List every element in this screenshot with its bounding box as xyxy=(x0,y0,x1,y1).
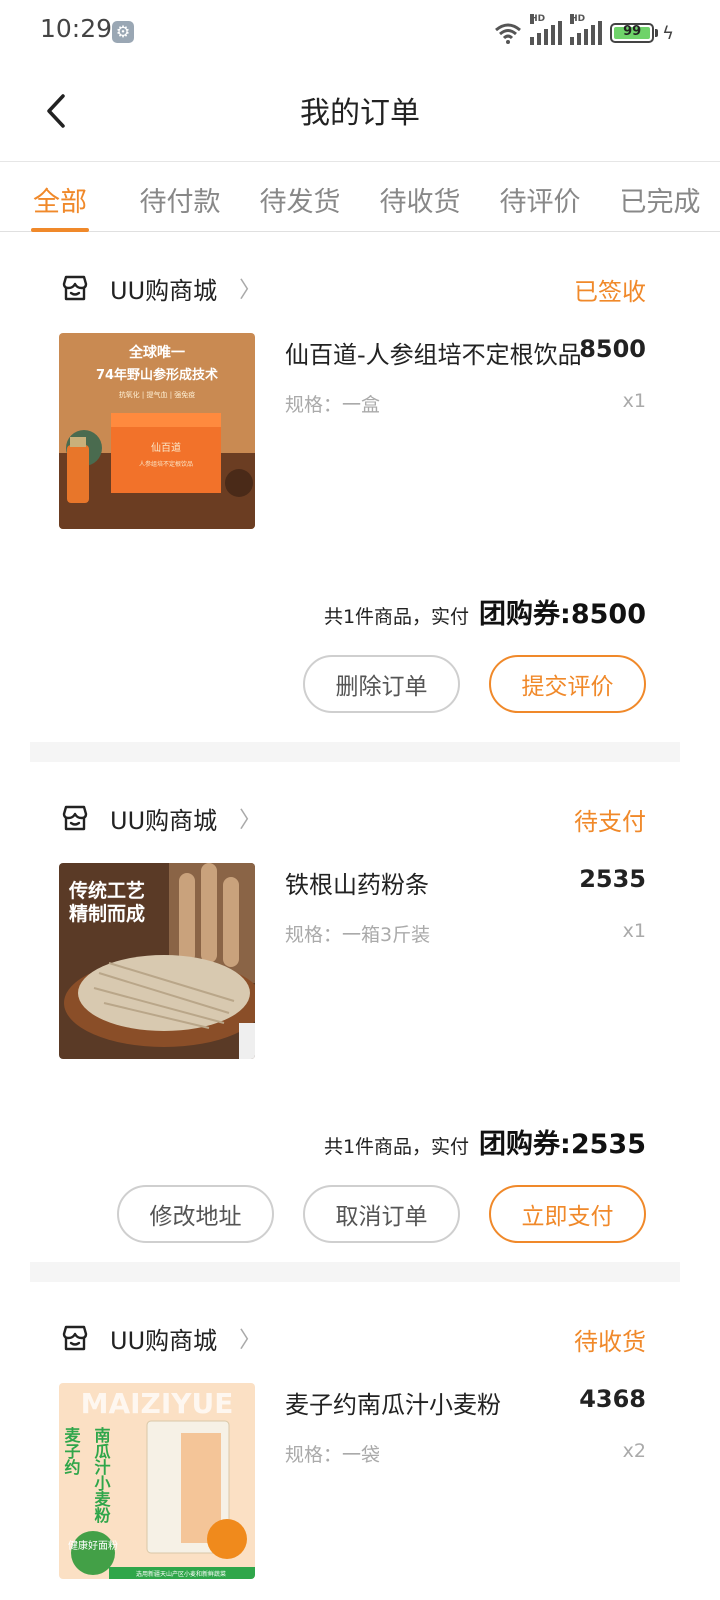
tab-pending-receipt[interactable]: 待收货 xyxy=(360,163,480,231)
order-total-row: 共1件商品，实付 团购券:8500 xyxy=(324,592,646,631)
product-price: 4368 xyxy=(579,1385,646,1413)
order-divider xyxy=(30,1262,680,1282)
product-spec: 规格：一盒 xyxy=(285,394,381,416)
edit-address-button[interactable]: 修改地址 xyxy=(117,1185,274,1243)
cancel-order-button[interactable]: 取消订单 xyxy=(303,1185,460,1243)
product-price: 8500 xyxy=(579,335,646,363)
delete-order-button[interactable]: 删除订单 xyxy=(303,655,460,713)
image-headline: 传统工艺 xyxy=(68,879,145,902)
image-footer: 选用新疆天山产区小麦和新鲜蔬菜 xyxy=(136,1570,226,1578)
tab-pending-shipment[interactable]: 待发货 xyxy=(240,163,360,231)
store-link[interactable]: UU购商城 〉 xyxy=(60,1320,261,1356)
product-image[interactable]: 传统工艺 精制而成 xyxy=(59,863,255,1059)
store-icon xyxy=(62,805,88,831)
order-status: 已签收 xyxy=(574,278,646,306)
image-subheadline: 74年野山参形成技术 xyxy=(96,367,218,383)
order-divider xyxy=(30,742,680,762)
status-icons: HD HD 99 ϟ xyxy=(494,14,674,48)
wifi-icon xyxy=(495,23,522,44)
store-name: UU购商城 xyxy=(110,1326,218,1355)
battery-icon: 99 xyxy=(610,23,659,43)
battery-level: 99 xyxy=(623,24,642,39)
status-bar: 10:29 ⚙ HD HD 99 ϟ xyxy=(0,0,720,64)
tab-all[interactable]: 全部 xyxy=(0,163,120,231)
product-image[interactable]: 仙百道 人参组培不定根饮品 全球唯一 74年野山参形成技术 抗氧化 | 提气血 … xyxy=(59,333,255,529)
product-quantity: x1 xyxy=(622,390,646,412)
store-name: UU购商城 xyxy=(110,806,218,835)
product-name[interactable]: 铁根山药粉条 xyxy=(285,865,429,900)
order-status: 待支付 xyxy=(574,808,646,836)
order-card: UU购商城 〉 已签收 仙百道 人参组培不定根饮品 全球唯一 74年野山参形成技… xyxy=(0,232,720,742)
product-quantity: x1 xyxy=(622,920,646,942)
image-headline: 全球唯一 xyxy=(128,344,185,361)
store-link[interactable]: UU购商城 〉 xyxy=(60,800,261,836)
order-summary-text: 共1件商品，实付 xyxy=(323,606,470,628)
page-header: 我的订单 xyxy=(0,64,720,162)
order-total-row: 共1件商品，实付 团购券:2535 xyxy=(324,1122,646,1161)
image-brand: 麦子约 xyxy=(62,1427,81,1476)
signal-hd-label: HD xyxy=(530,14,546,24)
product-spec: 规格：一袋 xyxy=(285,1444,381,1466)
product-price: 2535 xyxy=(579,865,646,893)
image-brand-latin: MAIZIYUE xyxy=(81,1387,234,1420)
signal-hd-label: HD xyxy=(570,14,586,24)
image-product-line: 人参组培不定根饮品 xyxy=(139,460,193,468)
image-badge: 健康好面粉 xyxy=(68,1539,118,1552)
pay-now-button[interactable]: 立即支付 xyxy=(489,1185,646,1243)
order-summary-text: 共1件商品，实付 xyxy=(323,1136,470,1158)
signal-strength-icon: HD xyxy=(570,14,603,45)
settings-notification-icon: ⚙ xyxy=(112,21,134,43)
charging-icon: ϟ xyxy=(662,22,674,44)
product-image[interactable]: MAIZIYUE 麦子约 南瓜汁小麦粉 健康好面粉 选用新疆天山产区小麦和新鲜蔬… xyxy=(59,1383,255,1579)
order-actions: 修改地址 取消订单 立即支付 xyxy=(117,1185,646,1243)
image-brand: 仙百道 xyxy=(151,441,181,454)
image-subheadline: 精制而成 xyxy=(69,902,145,925)
tab-pending-payment[interactable]: 待付款 xyxy=(120,163,240,231)
chevron-right-icon: 〉 xyxy=(239,808,262,833)
product-name[interactable]: 麦子约南瓜汁小麦粉 xyxy=(285,1385,501,1420)
image-tagline: 抗氧化 | 提气血 | 强免疫 xyxy=(119,390,196,399)
status-time: 10:29 xyxy=(40,14,113,43)
store-name: UU购商城 xyxy=(110,276,218,305)
store-icon xyxy=(62,1325,88,1351)
order-actions: 删除订单 提交评价 xyxy=(303,655,646,713)
tab-completed[interactable]: 已完成 xyxy=(600,163,720,231)
order-total-amount: 团购券:8500 xyxy=(479,599,646,630)
chevron-right-icon: 〉 xyxy=(239,278,262,303)
product-quantity: x2 xyxy=(622,1440,646,1462)
order-list: UU购商城 〉 已签收 仙百道 人参组培不定根饮品 全球唯一 74年野山参形成技… xyxy=(0,232,720,1600)
store-link[interactable]: UU购商城 〉 xyxy=(60,270,261,306)
order-status: 待收货 xyxy=(574,1328,646,1356)
tab-pending-review[interactable]: 待评价 xyxy=(480,163,600,231)
store-icon xyxy=(62,275,88,301)
page-title: 我的订单 xyxy=(300,96,420,131)
submit-review-button[interactable]: 提交评价 xyxy=(489,655,646,713)
chevron-right-icon: 〉 xyxy=(239,1328,262,1353)
order-card: UU购商城 〉 待支付 传统工艺 精制而成 铁根山药粉条 2535 规格：一箱3… xyxy=(0,762,720,1262)
order-total-amount: 团购券:2535 xyxy=(479,1129,646,1160)
product-spec: 规格：一箱3斤装 xyxy=(285,924,431,946)
order-tabs: 全部 待付款 待发货 待收货 待评价 已完成 xyxy=(0,163,720,232)
product-name[interactable]: 仙百道-人参组培不定根饮品 xyxy=(285,335,582,370)
order-card: UU购商城 〉 待收货 MAIZIYUE 麦子约 南瓜汁小麦粉 健康好面粉 选用… xyxy=(0,1282,720,1600)
signal-strength-icon: HD xyxy=(530,14,563,45)
image-product-title: 南瓜汁小麦粉 xyxy=(92,1426,111,1524)
